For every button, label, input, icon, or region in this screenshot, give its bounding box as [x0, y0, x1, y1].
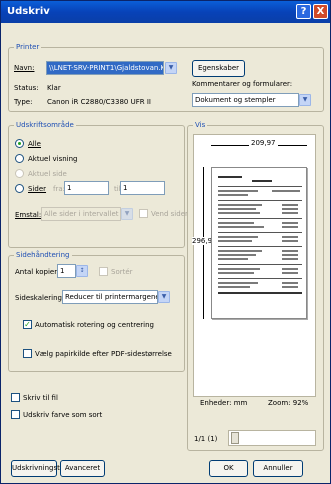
print-color-black-checkbox[interactable]: [11, 410, 20, 419]
comments-select[interactable]: Dokument og stempler: [192, 93, 299, 107]
radio-current-page: [15, 169, 24, 178]
copies-label: Antal kopier:: [15, 268, 60, 276]
help-icon[interactable]: ?: [296, 4, 311, 19]
collate-label: Sortér: [111, 268, 133, 276]
print-range-group-title: Udskriftsområde: [14, 121, 76, 129]
print-dialog: Udskriv ? X Printer Navn: \\LNET-SRV-PRI…: [0, 0, 331, 484]
page-slider[interactable]: [228, 430, 316, 446]
zoom-label: Zoom: 92%: [268, 399, 309, 407]
status-label: Status:: [14, 84, 39, 92]
preview-panel: 209,97 296,93 Enheder: mm Zoom: 92%: [192, 134, 316, 407]
chevron-down-icon[interactable]: ▼: [158, 291, 170, 303]
reverse-pages-label: Vend sider: [151, 210, 188, 218]
close-icon[interactable]: X: [313, 4, 328, 19]
chevron-down-icon: ▼: [121, 208, 133, 220]
radio-current-view[interactable]: [15, 154, 24, 163]
width-value: 209,97: [249, 139, 278, 147]
auto-rotate-label: Automatisk rotering og centrering: [35, 321, 154, 329]
title-bar: Udskriv ? X: [1, 1, 330, 23]
stepper-icon[interactable]: ↕: [76, 265, 88, 277]
advanced-button[interactable]: Avanceret: [60, 460, 105, 477]
subset-select: Alle sider i intervallet: [41, 207, 121, 221]
print-tips-button[interactable]: Udskrivningstip: [11, 460, 66, 477]
choose-paper-label: Vælg papirkilde efter PDF-sidestørrelse: [35, 350, 172, 358]
window-title: Udskriv: [7, 6, 50, 17]
print-to-file-label: Skriv til fil: [23, 394, 58, 402]
printer-name-select[interactable]: \\LNET-SRV-PRINT1\Gjaldstovan.Kina.1: [46, 61, 164, 75]
reverse-pages-checkbox: [139, 209, 148, 218]
printer-group-title: Printer: [14, 43, 42, 51]
to-input[interactable]: 1: [120, 181, 165, 195]
cancel-button[interactable]: Annuller: [253, 460, 303, 477]
radio-current-view-label: Aktuel visning: [28, 155, 78, 163]
print-color-black-label: Udskriv farve som sort: [23, 411, 103, 419]
radio-all-label: Alle: [28, 140, 41, 148]
radio-all[interactable]: [15, 139, 24, 148]
type-value: Canon iR C2880/C3380 UFR II: [47, 98, 151, 106]
subset-label: Emstal:: [15, 211, 42, 219]
type-label: Type:: [14, 98, 33, 106]
ok-button[interactable]: OK: [209, 460, 248, 477]
units-label: Enheder: mm: [200, 399, 248, 407]
collate-checkbox: [99, 267, 108, 276]
scaling-label: Sideskalering:: [15, 294, 65, 302]
page-counter: 1/1 (1): [194, 435, 218, 443]
properties-button[interactable]: Egenskaber: [192, 60, 245, 77]
choose-paper-checkbox[interactable]: [23, 349, 32, 358]
radio-current-page-label: Aktuel side: [28, 170, 67, 178]
preview-group-title: Vis: [193, 121, 208, 129]
printer-name-label: Navn:: [14, 64, 35, 72]
page-handling-group-title: Sidehåndtering: [14, 251, 72, 259]
from-input[interactable]: 1: [64, 181, 109, 195]
page-slider-thumb[interactable]: [231, 432, 239, 444]
auto-rotate-checkbox[interactable]: ✓: [23, 320, 32, 329]
print-to-file-checkbox[interactable]: [11, 393, 20, 402]
status-value: Klar: [47, 84, 61, 92]
page-thumbnail: [211, 167, 307, 319]
chevron-down-icon[interactable]: ▼: [165, 62, 177, 74]
radio-pages[interactable]: [15, 184, 24, 193]
scaling-select[interactable]: Reducer til printermargener: [62, 290, 158, 304]
radio-pages-label: Sider: [28, 185, 47, 193]
comments-label: Kommentarer og formularer:: [192, 80, 293, 88]
chevron-down-icon[interactable]: ▼: [299, 94, 311, 106]
copies-input[interactable]: 1: [57, 264, 76, 278]
